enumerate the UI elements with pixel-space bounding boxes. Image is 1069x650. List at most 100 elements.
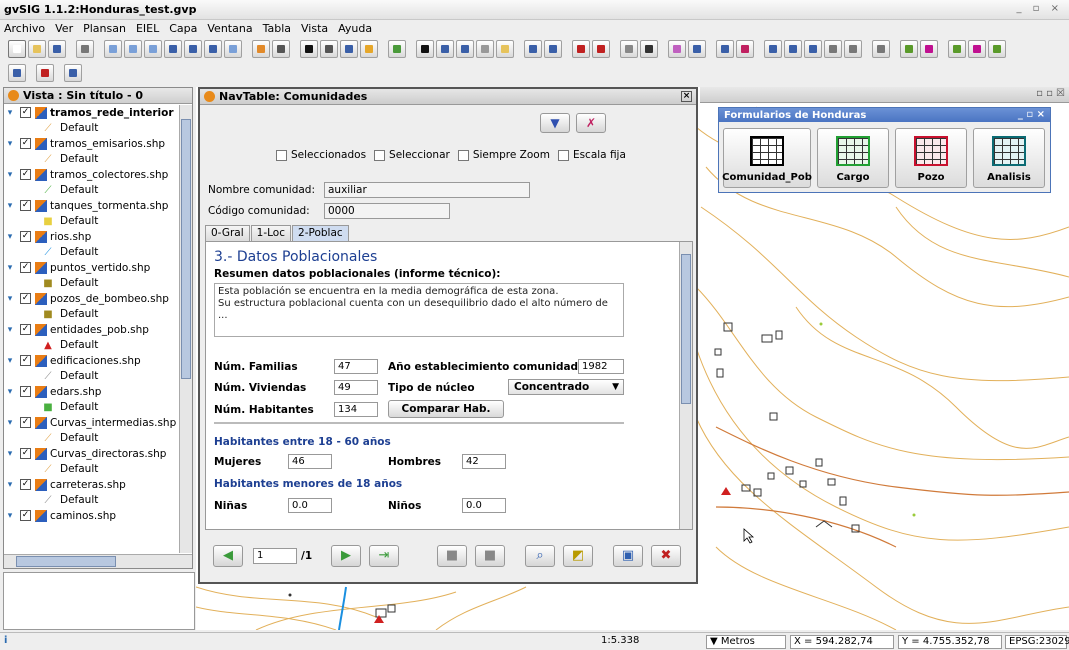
close-icon[interactable]: × (681, 91, 692, 102)
locator-icon[interactable] (572, 40, 590, 58)
zoom-select-icon[interactable] (184, 40, 202, 58)
expand-icon[interactable]: ▾ (4, 170, 16, 180)
cross-icon[interactable] (844, 40, 862, 58)
layer-row[interactable]: ▾ ✓ entidades_pob.shp (4, 322, 180, 338)
first-record-button[interactable]: ◀ (213, 545, 243, 567)
menu-ventana[interactable]: Ventana (207, 22, 252, 35)
tab-loc[interactable]: 1-Loc (250, 225, 292, 241)
zoom-record-button[interactable]: ⌕ (525, 545, 555, 567)
layer-row[interactable]: ▾ ✓ Curvas_directoras.shp (4, 446, 180, 462)
pan-icon[interactable] (224, 40, 242, 58)
zoom-out-icon[interactable] (124, 40, 142, 58)
clear-filter-button[interactable]: ✗ (576, 113, 606, 133)
expand-icon[interactable]: ▾ (4, 356, 16, 366)
expand-icon[interactable]: ▾ (4, 449, 16, 459)
menu-ayuda[interactable]: Ayuda (338, 22, 372, 35)
filter-icon[interactable] (524, 40, 542, 58)
ninos-field[interactable]: 0.0 (462, 498, 506, 513)
copy-previous-button[interactable]: ■ (437, 545, 467, 567)
layer-checkbox[interactable]: ✓ (20, 262, 31, 274)
theme-icon[interactable] (784, 40, 802, 58)
delete-record-button[interactable]: ✖ (651, 545, 681, 567)
clear-selection-icon[interactable] (496, 40, 514, 58)
checkbox[interactable] (457, 149, 469, 161)
viviendas-field[interactable]: 49 (334, 380, 378, 395)
layer-checkbox[interactable]: ✓ (20, 417, 31, 429)
menu-archivo[interactable]: Archivo (4, 22, 45, 35)
layer-checkbox[interactable]: ✓ (20, 231, 31, 243)
resumen-textarea[interactable]: Esta población se encuentra en la media … (214, 283, 624, 337)
checkbox[interactable] (374, 149, 386, 161)
form-cargo-button[interactable]: Cargo (817, 128, 889, 188)
option-seleccionar[interactable]: Seleccionar (374, 149, 450, 161)
expand-icon[interactable]: ▾ (4, 232, 16, 242)
page-input[interactable]: 1 (253, 548, 297, 564)
scroll-thumb[interactable] (16, 556, 116, 567)
option-seleccionados[interactable]: Seleccionados (276, 149, 366, 161)
scale-value[interactable]: 1:5.338 (598, 635, 698, 649)
layer-row[interactable]: ▾ ✓ pozos_de_bombeo.shp (4, 291, 180, 307)
table-view-icon[interactable] (64, 64, 82, 82)
new-project-icon[interactable] (8, 40, 26, 58)
add-layer-icon[interactable] (76, 40, 94, 58)
layer-props-icon[interactable] (252, 40, 270, 58)
zoom-all-icon[interactable] (164, 40, 182, 58)
view-icon[interactable] (8, 64, 26, 82)
layer-row[interactable]: ▾ ✓ tramos_rede_interior (4, 105, 180, 121)
comparar-button[interactable]: Comparar Hab. (388, 400, 504, 418)
habitantes-field[interactable]: 134 (334, 402, 378, 417)
window-controls[interactable]: _ ▫ × (1016, 3, 1063, 14)
checkbox[interactable] (557, 149, 569, 161)
select-rect-icon[interactable] (436, 40, 454, 58)
tools-icon[interactable] (640, 40, 658, 58)
layer-checkbox[interactable]: ✓ (20, 293, 31, 305)
map-icon[interactable] (36, 64, 54, 82)
hand-icon[interactable] (272, 40, 290, 58)
select-record-button[interactable]: ◩ (563, 545, 593, 567)
layers-vertical-scrollbar[interactable] (179, 105, 192, 553)
rect-icon[interactable] (592, 40, 610, 58)
select-pointer-icon[interactable] (416, 40, 434, 58)
measure-icon[interactable] (320, 40, 338, 58)
layer-checkbox[interactable]: ✓ (20, 200, 31, 212)
square-icon[interactable] (824, 40, 842, 58)
option-siempre-zoom[interactable]: Siempre Zoom (457, 149, 550, 161)
layer-row[interactable]: ▾ ✓ edars.shp (4, 384, 180, 400)
forms-close-icon[interactable]: _ ▫ × (1018, 109, 1045, 120)
expand-icon[interactable]: ▾ (4, 108, 16, 118)
edit-icon[interactable] (388, 40, 406, 58)
option-escala-fija[interactable]: Escala fija (557, 149, 626, 161)
expand-icon[interactable]: ▾ (4, 294, 16, 304)
info-icon[interactable] (300, 40, 318, 58)
layer-row[interactable]: ▾ ✓ Curvas_intermedias.shp (4, 415, 180, 431)
layer-checkbox[interactable]: ✓ (20, 138, 31, 150)
menu-ver[interactable]: Ver (55, 22, 73, 35)
expand-icon[interactable]: ▾ (4, 387, 16, 397)
expand-icon[interactable]: ▾ (4, 418, 16, 428)
layer-row[interactable]: ▾ ✓ tramos_emisarios.shp (4, 136, 180, 152)
nucleo-select[interactable]: Concentrado ▼ (508, 379, 624, 395)
view-window-controls-icon[interactable]: ▫ ▫ ☒ (1036, 88, 1065, 99)
menu-vista[interactable]: Vista (301, 22, 328, 35)
open-project-icon[interactable] (28, 40, 46, 58)
scroll-thumb[interactable] (181, 119, 191, 379)
form-analisis-button[interactable]: Analisis (973, 128, 1045, 188)
form-comunidad-button[interactable]: Comunidad_Pob (722, 128, 812, 188)
report-red-icon[interactable] (736, 40, 754, 58)
expand-icon[interactable]: ▾ (4, 139, 16, 149)
layer-row[interactable]: ▾ ✓ caminos.shp (4, 508, 180, 524)
ninas-field[interactable]: 0.0 (288, 498, 332, 513)
next-record-button[interactable]: ▶ (331, 545, 361, 567)
hombres-field[interactable]: 42 (462, 454, 506, 469)
plugin-magenta-icon[interactable] (920, 40, 938, 58)
menu-eiel[interactable]: EIEL (136, 22, 159, 35)
symbol-icon[interactable] (764, 40, 782, 58)
layer-row[interactable]: ▾ ✓ tanques_tormenta.shp (4, 198, 180, 214)
layer-row[interactable]: ▾ ✓ edificaciones.shp (4, 353, 180, 369)
area-icon[interactable] (340, 40, 358, 58)
zoom-previous-icon[interactable] (204, 40, 222, 58)
plugin-green-icon[interactable] (900, 40, 918, 58)
copy-selected-button[interactable]: ■ (475, 545, 505, 567)
layout-icon[interactable] (872, 40, 890, 58)
zoom-layer-icon[interactable] (144, 40, 162, 58)
